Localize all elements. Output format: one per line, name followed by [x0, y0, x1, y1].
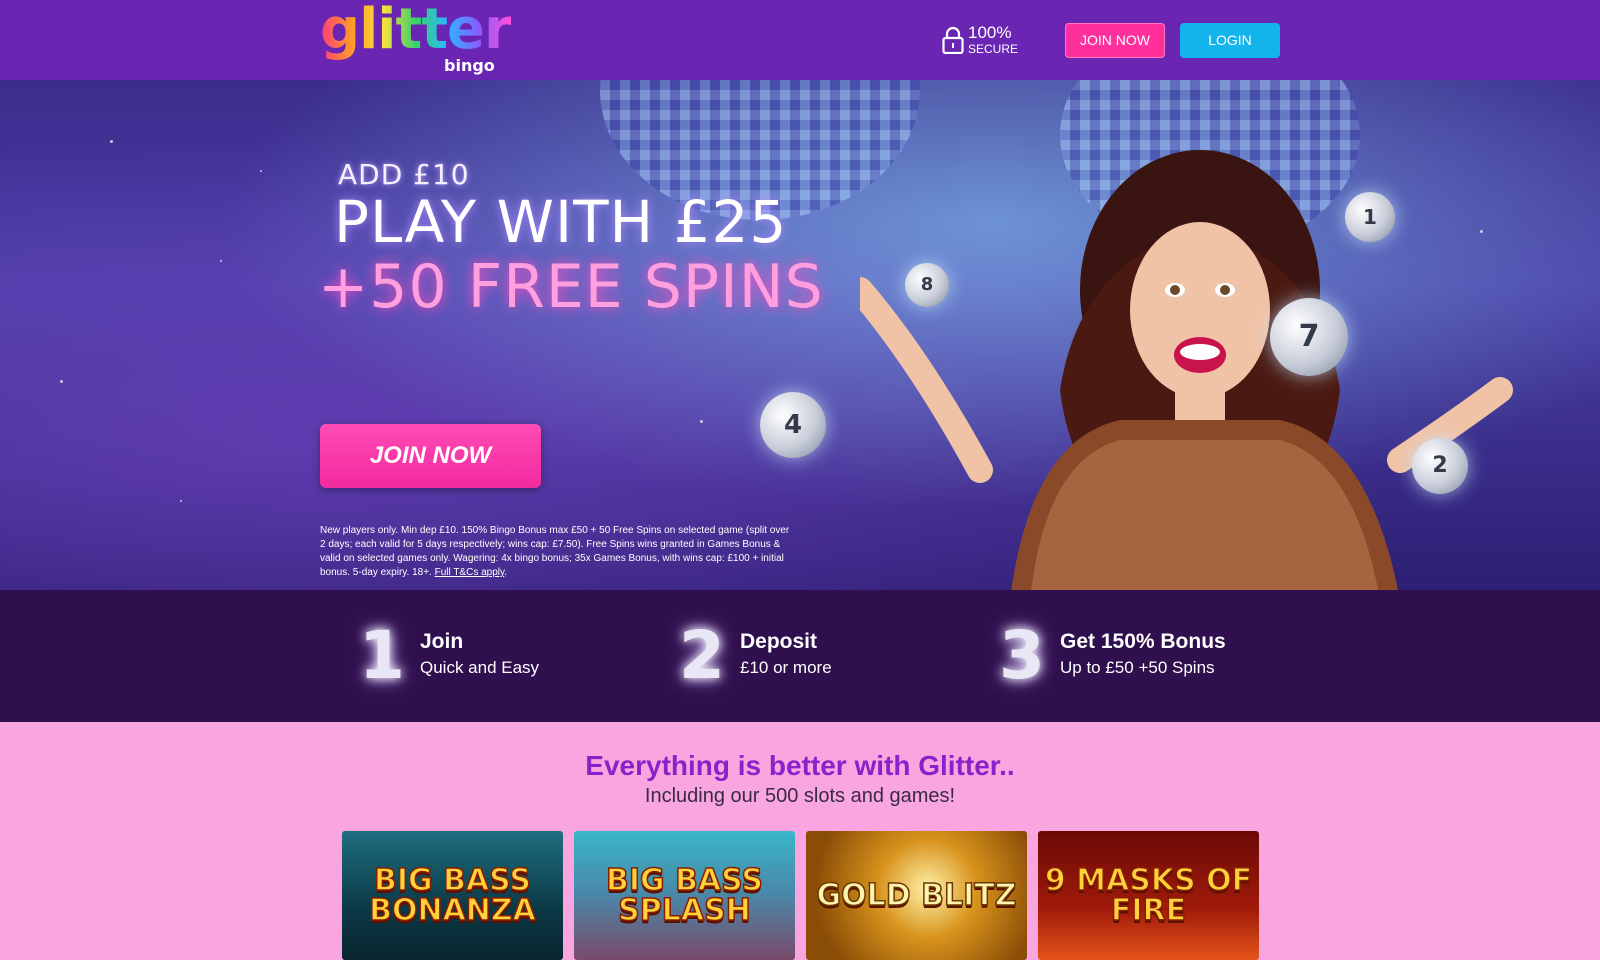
step-subtitle: Up to £50 +50 Spins — [1060, 658, 1215, 677]
promo-play-with: PLAY WITH £25 — [334, 188, 788, 256]
sparkle — [110, 140, 113, 143]
bingo-ball-2: 2 — [1412, 438, 1468, 494]
promo-hero-banner: ADD £10 PLAY WITH £25 +50 FREE SPINS JOI… — [0, 80, 1600, 590]
terms-period: . — [504, 567, 508, 578]
secure-percent: 100% — [968, 23, 1012, 42]
game-tile-9-masks-of-fire[interactable]: 9 MASKS OF FIRE — [1038, 831, 1259, 960]
bingo-ball-4: 4 — [760, 392, 826, 458]
terms-link[interactable]: Full T&Cs apply — [435, 567, 505, 578]
sparkle — [260, 170, 262, 172]
signup-steps-bar: 1 Join Quick and Easy 2 Deposit £10 or m… — [0, 590, 1600, 722]
terms-body: New players only. Min dep £10. 150% Bing… — [320, 525, 790, 578]
game-title: BIG BASS BONANZA — [368, 862, 536, 928]
sparkle — [700, 420, 703, 423]
step-title: Deposit — [740, 630, 818, 653]
secure-badge: 100% SECURE — [942, 24, 1032, 58]
games-section-title: Everything is better with Glitter.. — [585, 750, 1015, 781]
step-number: 1 — [359, 617, 405, 694]
top-header: glitter bingo 100% SECURE JOIN NOW LOGIN — [0, 0, 1600, 80]
step-subtitle: Quick and Easy — [420, 658, 540, 677]
game-title: GOLD BLITZ — [816, 877, 1017, 913]
bingo-ball-1: 1 — [1345, 192, 1395, 242]
header-login-button[interactable]: LOGIN — [1180, 23, 1280, 58]
step-deposit: 2 Deposit £10 or more — [670, 616, 910, 696]
bingo-ball-7: 7 — [1270, 298, 1348, 376]
sparkle — [60, 380, 63, 383]
bingo-ball-8: 8 — [905, 263, 949, 307]
step-bonus: 3 Get 150% Bonus Up to £50 +50 Spins — [990, 616, 1270, 696]
step-join: 1 Join Quick and Easy — [350, 616, 590, 696]
game-tile-big-bass-splash[interactable]: BIG BASS SPLASH — [574, 831, 795, 960]
game-tile-big-bass-bonanza[interactable]: BIG BASS BONANZA — [342, 831, 563, 960]
step-number: 3 — [999, 617, 1045, 694]
logo-wordmark: glitter — [320, 0, 512, 62]
step-number: 2 — [679, 617, 725, 694]
woman-illustration — [860, 150, 1513, 590]
games-section-subtitle: Including our 500 slots and games! — [644, 785, 956, 807]
terms-text: New players only. Min dep £10. 150% Bing… — [320, 524, 795, 580]
logo-subtitle: bingo — [444, 56, 495, 75]
promo-add-amount: ADD £10 — [338, 158, 470, 191]
lock-icon — [942, 26, 964, 54]
step-title: Get 150% Bonus — [1060, 630, 1226, 653]
step-title: Join — [420, 630, 464, 653]
glitter-bingo-logo[interactable]: glitter bingo — [320, 0, 516, 76]
game-title: BIG BASS SPLASH — [605, 862, 764, 928]
promo-free-spins: +50 FREE SPINS — [318, 252, 824, 322]
sparkle — [220, 260, 222, 262]
hero-join-now-button[interactable]: JOIN NOW — [320, 424, 541, 488]
secure-label: SECURE — [968, 42, 1019, 56]
header-join-now-button[interactable]: JOIN NOW — [1065, 23, 1165, 58]
game-tile-gold-blitz[interactable]: GOLD BLITZ — [806, 831, 1027, 960]
game-title: 9 MASKS OF FIRE — [1044, 862, 1253, 928]
sparkle — [180, 500, 182, 502]
step-subtitle: £10 or more — [740, 658, 832, 677]
